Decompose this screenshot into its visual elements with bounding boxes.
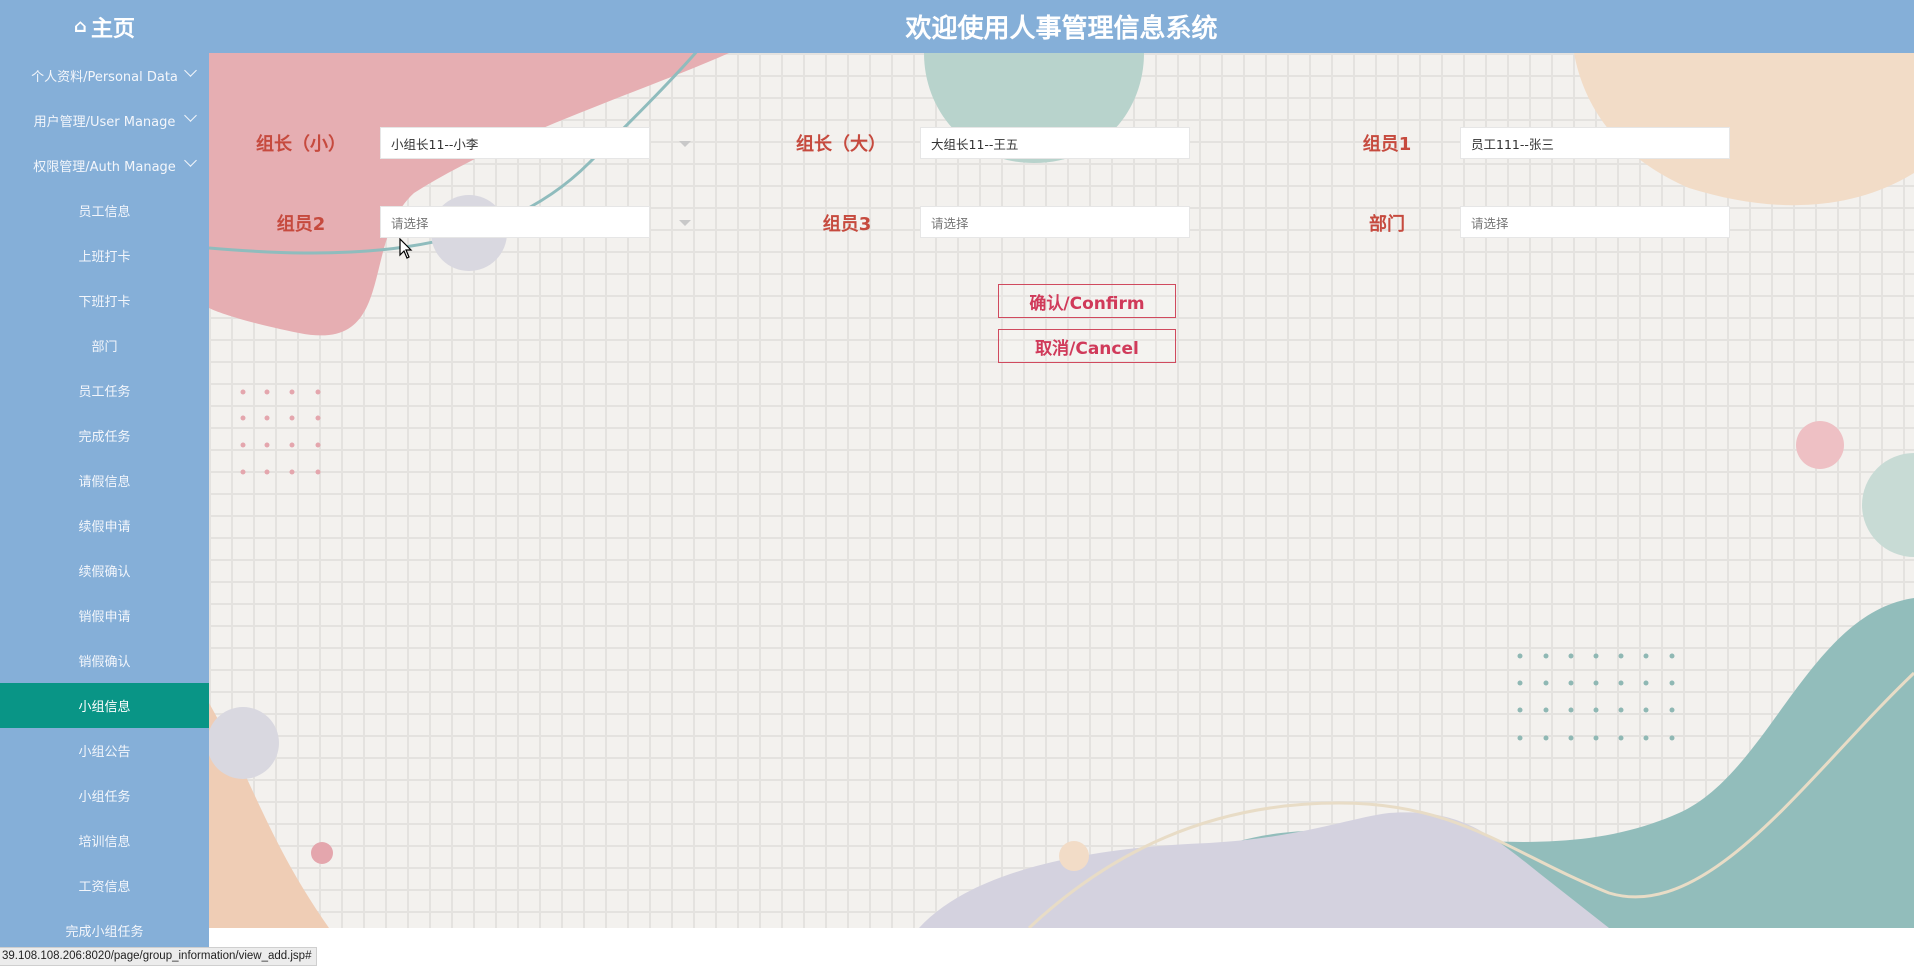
member1-select[interactable]: 员工111--张三 <box>1460 127 1730 159</box>
sidebar-item-employee-tasks[interactable]: 员工任务 <box>0 368 209 413</box>
select-value: 大组长11--王五 <box>931 136 1019 152</box>
sidebar-item-leave-extension-confirm[interactable]: 续假确认 <box>0 548 209 593</box>
label-group-leader-big: 组长（大） <box>796 134 886 155</box>
label-member3: 组员3 <box>822 214 872 235</box>
caret-down-icon[interactable] <box>679 220 691 226</box>
select-placeholder: 请选择 <box>1471 215 1509 231</box>
sidebar-item-label: 小组任务 <box>78 790 131 805</box>
sidebar-item-label: 小组信息 <box>78 700 131 715</box>
sidebar-item-leave-cancel-confirm[interactable]: 销假确认 <box>0 638 209 683</box>
sidebar-item-label: 完成小组任务 <box>65 925 144 940</box>
sidebar-item-label: 部门 <box>91 340 118 355</box>
group-leader-small-select[interactable]: 小组长11--小李 <box>380 127 650 159</box>
member2-select[interactable]: 请选择 <box>380 206 650 238</box>
sidebar-item-label: 请假信息 <box>78 475 131 490</box>
label-department: 部门 <box>1369 214 1405 235</box>
home-link[interactable]: ⌂ 主页 <box>0 0 209 53</box>
sidebar-item-clock-in[interactable]: 上班打卡 <box>0 233 209 278</box>
sidebar-item-auth-manage[interactable]: 权限管理/Auth Manage <box>0 143 209 188</box>
sidebar-item-department[interactable]: 部门 <box>0 323 209 368</box>
sidebar-item-label: 培训信息 <box>78 835 131 850</box>
sidebar-item-completed-tasks[interactable]: 完成任务 <box>0 413 209 458</box>
sidebar-item-label: 权限管理/Auth Manage <box>33 160 176 175</box>
main-content: 组长（小） 小组长11--小李 组长（大） 大组长11--王五 组员1 员工11… <box>209 53 1914 928</box>
member3-select[interactable]: 请选择 <box>920 206 1190 238</box>
sidebar-item-leave-extension-request[interactable]: 续假申请 <box>0 503 209 548</box>
caret-down-icon[interactable] <box>679 141 691 147</box>
top-bar: ⌂ 主页 欢迎使用人事管理信息系统 <box>0 0 1914 53</box>
sidebar-item-label: 续假申请 <box>78 520 131 535</box>
sidebar-item-label: 员工信息 <box>78 205 131 220</box>
sidebar-item-label: 销假申请 <box>78 610 131 625</box>
sidebar-item-label: 小组公告 <box>78 745 131 760</box>
sidebar-item-label: 员工任务 <box>78 385 131 400</box>
select-placeholder: 请选择 <box>931 215 969 231</box>
sidebar-item-group-notice[interactable]: 小组公告 <box>0 728 209 773</box>
label-member1: 组员1 <box>1362 134 1412 155</box>
chevron-down-icon <box>184 64 197 77</box>
sidebar-item-group-tasks[interactable]: 小组任务 <box>0 773 209 818</box>
sidebar-item-training-info[interactable]: 培训信息 <box>0 818 209 863</box>
mouse-cursor-icon <box>399 238 413 259</box>
select-value: 小组长11--小李 <box>391 136 479 152</box>
sidebar-item-label: 上班打卡 <box>78 250 131 265</box>
sidebar-item-leave-info[interactable]: 请假信息 <box>0 458 209 503</box>
sidebar-item-label: 下班打卡 <box>78 295 131 310</box>
department-select[interactable]: 请选择 <box>1460 206 1730 238</box>
sidebar-item-clock-out[interactable]: 下班打卡 <box>0 278 209 323</box>
sidebar-item-label: 工资信息 <box>78 880 131 895</box>
label-member2: 组员2 <box>276 214 326 235</box>
group-leader-big-select[interactable]: 大组长11--王五 <box>920 127 1190 159</box>
sidebar-item-user-manage[interactable]: 用户管理/User Manage <box>0 98 209 143</box>
sidebar-item-employee-info[interactable]: 员工信息 <box>0 188 209 233</box>
sidebar-item-personal-data[interactable]: 个人资料/Personal Data <box>0 53 209 98</box>
sidebar: 个人资料/Personal Data 用户管理/User Manage 权限管理… <box>0 53 209 964</box>
decorative-background <box>209 53 1914 928</box>
chevron-down-icon <box>184 109 197 122</box>
home-label: 主页 <box>90 16 135 42</box>
chevron-down-icon <box>184 154 197 167</box>
sidebar-item-leave-cancel-request[interactable]: 销假申请 <box>0 593 209 638</box>
sidebar-item-label: 销假确认 <box>78 655 131 670</box>
select-placeholder: 请选择 <box>391 215 429 231</box>
label-group-leader-small: 组长（小） <box>256 134 346 155</box>
sidebar-item-label: 个人资料/Personal Data <box>31 70 178 85</box>
sidebar-item-label: 续假确认 <box>78 565 131 580</box>
home-icon: ⌂ <box>74 16 87 37</box>
page-title: 欢迎使用人事管理信息系统 <box>905 14 1218 44</box>
sidebar-item-label: 用户管理/User Manage <box>33 115 176 130</box>
confirm-button[interactable]: 确认/Confirm <box>998 284 1176 318</box>
status-bar-url: 39.108.108.206:8020/page/group_informati… <box>0 947 318 966</box>
sidebar-item-salary-info[interactable]: 工资信息 <box>0 863 209 908</box>
select-value: 员工111--张三 <box>1471 136 1554 152</box>
sidebar-item-label: 完成任务 <box>78 430 131 445</box>
cancel-button[interactable]: 取消/Cancel <box>998 329 1176 363</box>
sidebar-item-group-info[interactable]: 小组信息 <box>0 683 209 728</box>
